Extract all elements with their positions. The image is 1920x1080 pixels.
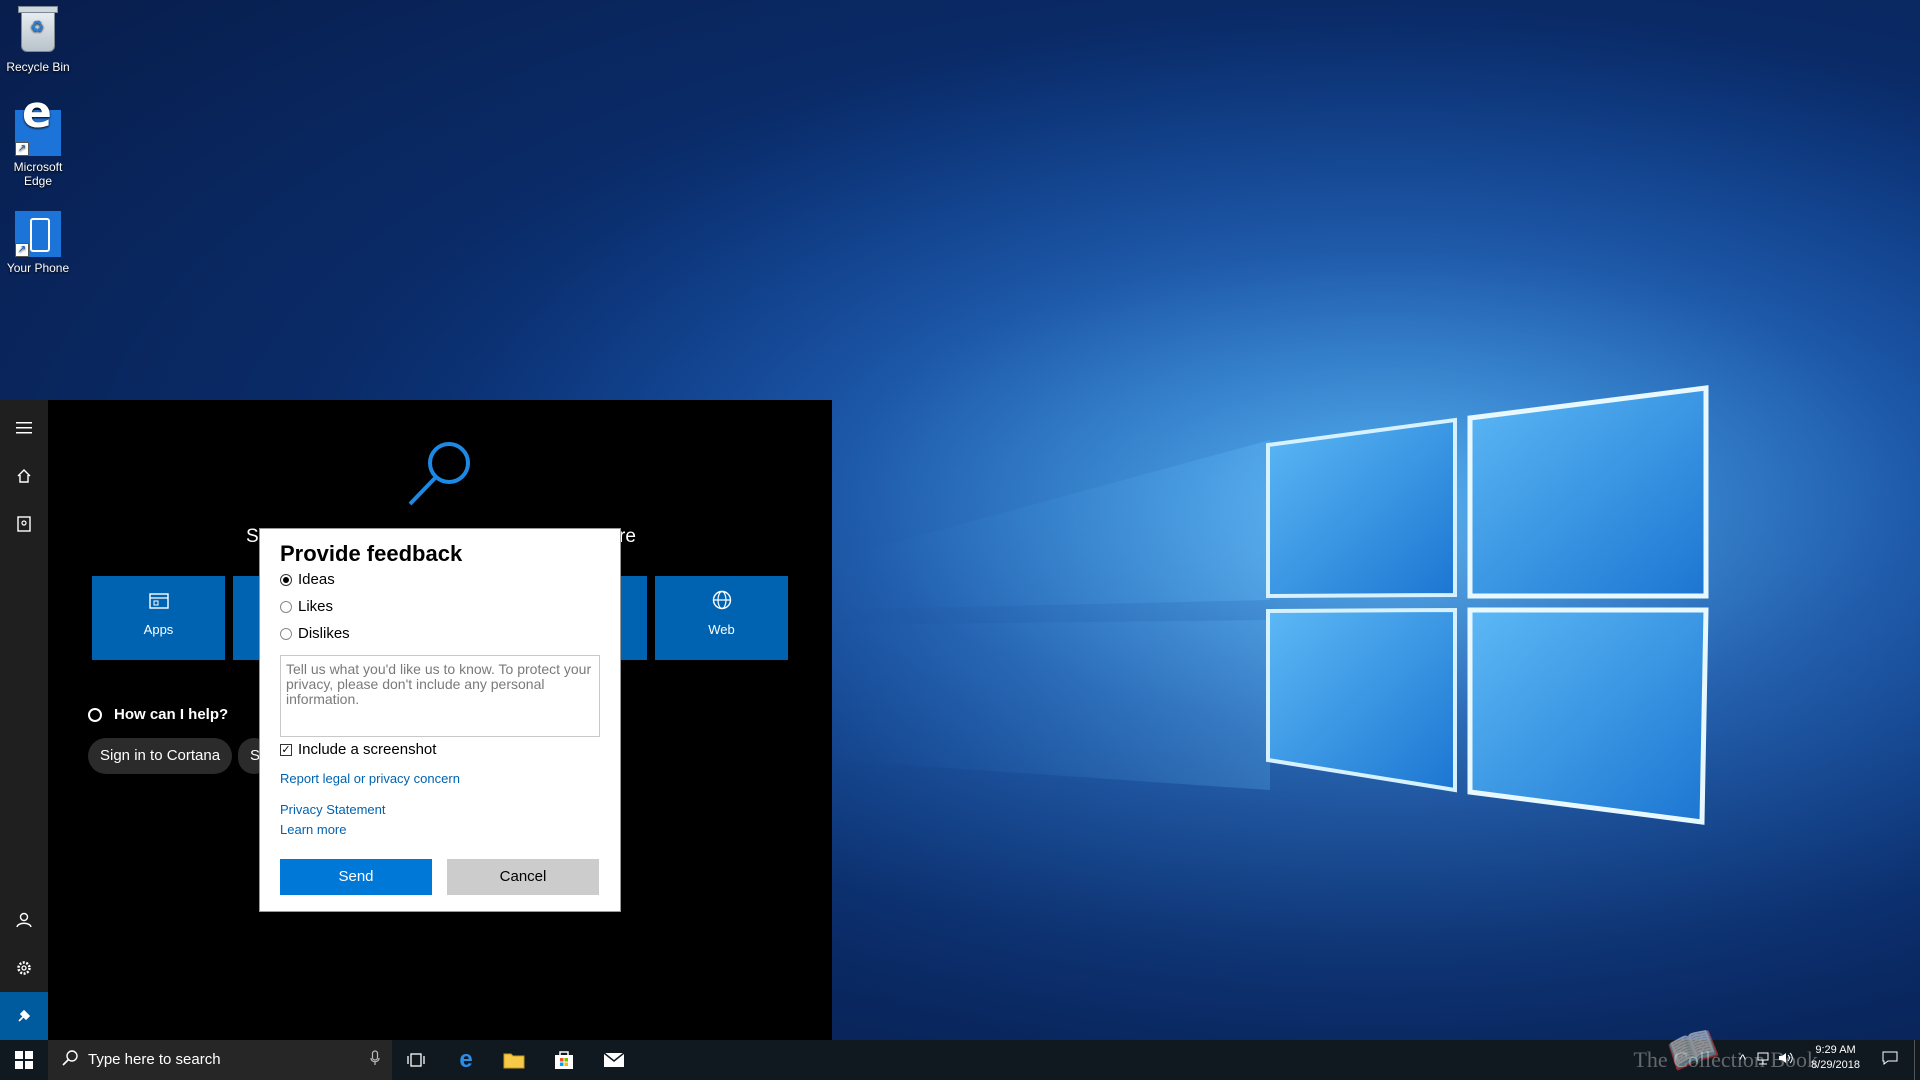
taskbar-clock[interactable]: 9:29 AM 8/29/2018 — [1811, 1043, 1860, 1073]
gear-icon — [17, 961, 31, 975]
settings-button[interactable] — [0, 944, 48, 992]
desktop-icon-label: Microsoft Edge — [13, 160, 63, 188]
desktop-icon-microsoft-edge[interactable]: e ↗ Microsoft Edge — [0, 91, 76, 189]
mail-icon — [603, 1052, 625, 1067]
feedback-textarea[interactable] — [280, 655, 600, 737]
edge-icon: e ↗ — [15, 91, 61, 156]
clock-date: 8/29/2018 — [1811, 1059, 1860, 1071]
report-legal-link[interactable]: Report legal or privacy concern — [280, 771, 460, 786]
desktop-icon-label: Your Phone — [6, 261, 70, 275]
search-magnifier-icon — [408, 442, 470, 506]
clock-time: 9:29 AM — [1815, 1044, 1856, 1056]
search-icon — [62, 1050, 78, 1071]
store-icon — [555, 1051, 573, 1069]
network-icon[interactable] — [1756, 1051, 1770, 1068]
edge-icon: e — [459, 1046, 473, 1073]
volume-icon[interactable] — [1778, 1051, 1794, 1068]
checkbox-label: Include a screenshot — [298, 741, 437, 758]
include-screenshot-checkbox[interactable]: ✓ Include a screenshot — [280, 741, 436, 758]
action-center-icon[interactable] — [1882, 1051, 1898, 1068]
desktop-icon-recycle-bin[interactable]: ♻ Recycle Bin — [0, 4, 76, 74]
search-panel-rail — [0, 400, 48, 1040]
cancel-button[interactable]: Cancel — [447, 859, 599, 895]
taskbar-store-button[interactable] — [540, 1040, 588, 1080]
feedback-button[interactable] — [0, 992, 48, 1040]
account-button[interactable] — [0, 896, 48, 944]
folder-icon — [503, 1053, 525, 1069]
search-heading-end: re — [619, 526, 636, 547]
home-icon — [17, 469, 31, 483]
notebook-icon — [17, 516, 31, 532]
radio-unselected-icon — [280, 600, 292, 613]
task-view-icon — [407, 1053, 425, 1067]
apps-icon — [92, 590, 225, 616]
dialog-title: Provide feedback — [280, 541, 463, 566]
globe-icon — [655, 590, 788, 616]
home-button[interactable] — [0, 452, 48, 500]
filter-tile-label: Apps — [143, 622, 174, 637]
checkbox-checked-icon: ✓ — [280, 743, 292, 756]
chevron-up-icon[interactable]: ^ — [1739, 1051, 1746, 1067]
desktop-icon-your-phone[interactable]: ↗ Your Phone — [0, 205, 76, 275]
person-icon — [16, 912, 32, 928]
hamburger-icon — [16, 422, 32, 434]
cortana-prompt: How can I help? — [88, 706, 228, 723]
show-desktop-button[interactable] — [1914, 1040, 1920, 1080]
taskbar-file-explorer-button[interactable] — [490, 1040, 538, 1080]
hamburger-menu-button[interactable] — [0, 404, 48, 452]
radio-dislikes[interactable]: Dislikes — [280, 625, 350, 642]
desktop-icon-label: Recycle Bin — [6, 60, 70, 74]
send-button[interactable]: Send — [280, 859, 432, 895]
notebook-button[interactable] — [0, 500, 48, 548]
taskbar-edge-button[interactable]: e — [442, 1040, 490, 1080]
provide-feedback-dialog: Provide feedback Ideas Likes Dislikes ✓ … — [260, 529, 620, 911]
radio-unselected-icon — [280, 627, 292, 640]
radio-label: Likes — [298, 598, 334, 615]
taskbar: Type here to search e 📖 The Collection B… — [0, 1021, 1920, 1080]
feedback-icon — [18, 1009, 31, 1022]
microphone-icon[interactable] — [370, 1050, 380, 1070]
filter-tile-web[interactable]: Web — [655, 576, 788, 660]
radio-likes[interactable]: Likes — [280, 598, 333, 615]
radio-label: Dislikes — [298, 625, 350, 642]
radio-selected-icon — [280, 573, 292, 586]
windows-logo-icon — [15, 1051, 33, 1069]
recycle-bin-icon: ♻ — [15, 6, 61, 56]
taskbar-mail-button[interactable] — [590, 1040, 638, 1080]
sign-in-cortana-button[interactable]: Sign in to Cortana — [88, 738, 233, 774]
cortana-ring-icon — [88, 707, 102, 722]
filter-tile-apps[interactable]: Apps — [92, 576, 225, 660]
task-view-button[interactable] — [392, 1040, 440, 1080]
system-tray: 📖 The Collection Book ^ 9:29 AM 8/29/201… — [1620, 1021, 1920, 1080]
cortana-prompt-text: How can I help? — [114, 706, 229, 723]
privacy-statement-link[interactable]: Privacy Statement — [280, 802, 386, 817]
phone-icon: ↗ — [15, 211, 61, 257]
taskbar-search-box[interactable]: Type here to search — [48, 1040, 392, 1080]
start-button[interactable] — [0, 1040, 48, 1080]
radio-label: Ideas — [298, 571, 335, 588]
taskbar-search-placeholder: Type here to search — [88, 1051, 221, 1068]
learn-more-link[interactable]: Learn more — [280, 822, 346, 837]
filter-tile-label: Web — [708, 622, 735, 637]
radio-ideas[interactable]: Ideas — [280, 571, 335, 588]
